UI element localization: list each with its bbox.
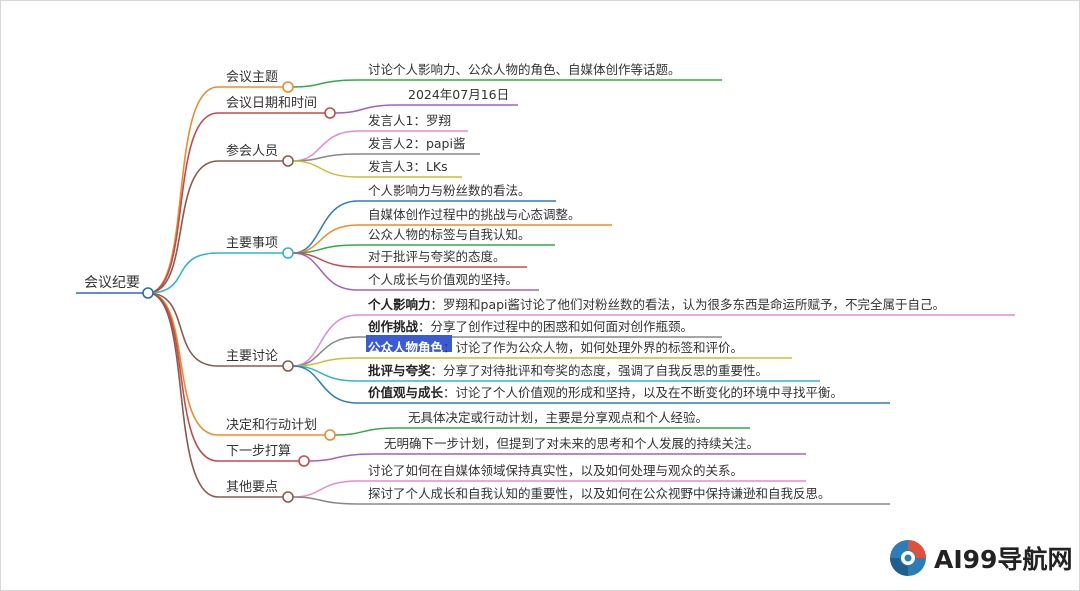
leaf-text-date-0[interactable]: 2024年07月16日	[408, 87, 509, 102]
branch-node-topic[interactable]	[282, 81, 294, 93]
leaf-text-matters-4[interactable]: 个人成长与价值观的坚持。	[368, 272, 518, 287]
leaf-text-other-1[interactable]: 探讨了个人成长和自我认知的重要性，以及如何在公众视野中保持谦逊和自我反思。	[368, 486, 831, 501]
leaf-detail: ：分享了对待批评和夸奖的态度，强调了自我反思的重要性。	[431, 363, 769, 378]
leaf-text-discussion-1[interactable]: 创作挑战：分享了创作过程中的困惑和如何面对创作瓶颈。	[367, 319, 693, 334]
leaf-connector-matters-4	[292, 252, 359, 291]
root-label[interactable]: 会议纪要	[84, 275, 140, 291]
branch-label-attendees[interactable]: 参会人员	[226, 143, 278, 159]
leaf-text-attendees-1[interactable]: 发言人2：papi酱	[368, 136, 465, 151]
leaf-detail: ：分享了创作过程中的困惑和如何面对创作瓶颈。	[418, 319, 693, 334]
leaf-text-matters-2[interactable]: 公众人物的标签与自我认知。	[368, 227, 531, 242]
leaf-connector-attendees-2	[292, 160, 359, 178]
branch-node-matters[interactable]	[282, 247, 294, 259]
branch-label-topic[interactable]: 会议主题	[226, 70, 278, 85]
leaf-text-decisions-0[interactable]: 无具体决定或行动计划，主要是分享观点和个人经验。	[408, 410, 708, 425]
branch-node-date[interactable]	[324, 107, 336, 119]
branch-connector-matters	[147, 252, 219, 294]
leaf-text-matters-3[interactable]: 对于批评与夸奖的态度。	[368, 249, 506, 264]
branch-node-decisions[interactable]	[324, 429, 336, 441]
branch-label-other[interactable]: 其他要点	[226, 480, 278, 495]
leaf-detail: ：讨论了作为公众人物，如何处理外界的标签和评价。	[443, 340, 743, 355]
leaf-text-matters-0[interactable]: 个人影响力与粉丝数的看法。	[368, 183, 531, 198]
leaf-connector-next-0	[308, 453, 375, 462]
branch-node-discussion[interactable]	[282, 360, 294, 372]
leaf-text-discussion-4[interactable]: 价值观与成长：讨论了个人价值观的形成和坚持，以及在不断变化的环境中寻找平衡。	[368, 385, 843, 400]
leaf-keyword: 个人影响力	[367, 297, 431, 312]
leaf-connector-other-0	[292, 480, 359, 498]
leaf-text-other-0[interactable]: 讨论了如何在自媒体领域保持真实性，以及如何处理与观众的关系。	[368, 463, 743, 478]
mind-map[interactable]: 会议纪要 会议主题 讨论个人影响力、公众人物的角色、自媒体创作等话题。会议日期和时间…	[0, 0, 1080, 591]
swirl-logo-icon	[890, 540, 926, 576]
leaf-detail: ：讨论了个人价值观的形成和坚持，以及在不断变化的环境中寻找平衡。	[443, 385, 843, 400]
leaf-keyword: 价值观与成长	[368, 385, 444, 400]
leaf-keyword: 批评与夸奖	[368, 363, 431, 378]
leaf-connector-date-0	[334, 104, 399, 114]
leaf-text-attendees-2[interactable]: 发言人3：LKs	[368, 159, 448, 174]
leaf-detail: ：罗翔和papi酱讨论了他们对粉丝数的看法，认为很多东西是命运所赋予，不完全属于…	[431, 297, 946, 312]
leaf-text-topic-0[interactable]: 讨论个人影响力、公众人物的角色、自媒体创作等话题。	[368, 62, 681, 77]
leaf-keyword: 创作挑战	[367, 319, 419, 334]
branch-label-matters[interactable]: 主要事项	[226, 236, 278, 251]
leaf-text-matters-1[interactable]: 自媒体创作过程中的挑战与心态调整。	[368, 207, 581, 222]
watermark: AI99导航网	[888, 530, 1078, 586]
leaf-connector-discussion-4	[292, 365, 359, 404]
branch-connector-date	[147, 112, 219, 294]
leaf-text-discussion-0[interactable]: 个人影响力：罗翔和papi酱讨论了他们对粉丝数的看法，认为很多东西是命运所赋予，…	[367, 297, 945, 312]
branch-connector-discussion	[147, 292, 219, 367]
branch-node-attendees[interactable]	[282, 155, 294, 167]
leaf-text-next-0[interactable]: 无明确下一步计划，但提到了对未来的思考和个人发展的持续关注。	[384, 436, 759, 451]
root-node[interactable]	[142, 287, 154, 299]
branch-label-next[interactable]: 下一步打算	[226, 444, 291, 459]
branch-label-decisions[interactable]: 决定和行动计划	[226, 418, 317, 433]
leaf-keyword: 公众人物角色	[368, 340, 444, 355]
branch-label-date[interactable]: 会议日期和时间	[226, 96, 317, 111]
branch-node-next[interactable]	[298, 455, 310, 467]
leaf-connector-topic-0	[292, 79, 359, 88]
leaf-text-discussion-2[interactable]: 公众人物角色：讨论了作为公众人物，如何处理外界的标签和评价。	[368, 340, 743, 355]
leaf-connector-decisions-0	[334, 427, 399, 436]
leaf-connector-attendees-1	[292, 153, 359, 162]
branch-node-other[interactable]	[282, 491, 294, 503]
leaf-text-attendees-0[interactable]: 发言人1：罗翔	[368, 113, 451, 128]
branch-connector-attendees	[147, 160, 219, 294]
watermark-text: AI99导航网	[934, 545, 1073, 574]
leaf-connector-other-1	[292, 496, 359, 505]
branch-label-discussion[interactable]: 主要讨论	[226, 349, 278, 364]
leaf-text-discussion-3[interactable]: 批评与夸奖：分享了对待批评和夸奖的态度，强调了自我反思的重要性。	[368, 363, 768, 378]
